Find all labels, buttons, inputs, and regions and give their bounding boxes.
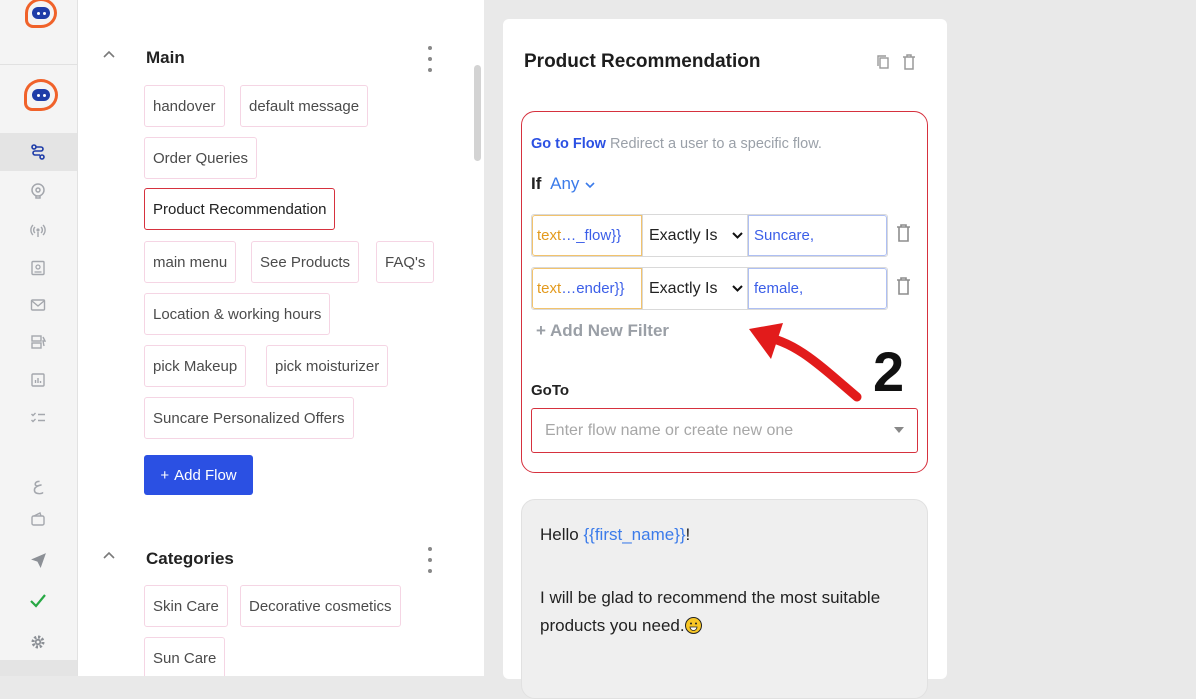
kebab-menu-icon[interactable] — [426, 547, 434, 573]
rail-divider — [0, 64, 77, 65]
chevron-up-icon[interactable] — [102, 46, 116, 62]
flows-icon[interactable] — [22, 138, 54, 166]
mail-icon[interactable] — [22, 291, 54, 319]
field-variable: …_flow}} — [561, 227, 622, 244]
filter-row: text …_flow}} Exactly Is Suncare, — [531, 214, 888, 257]
flow-chip[interactable]: handover — [144, 85, 225, 127]
message-text: I will be glad to recommend the most sui… — [540, 588, 881, 635]
message-block[interactable]: Hello {{first_name}}! I will be glad to … — [521, 499, 928, 699]
filter-row: text …ender}} Exactly Is female, — [531, 267, 888, 310]
flows-scrollbar[interactable] — [474, 65, 481, 161]
block-description: Redirect a user to a specific flow. — [609, 136, 822, 152]
flow-chip[interactable]: FAQ's — [376, 241, 435, 283]
flow-chip[interactable]: Sun Care — [144, 637, 226, 676]
goto-label: GoTo — [531, 382, 570, 399]
filter-operator-select[interactable]: Exactly Is — [642, 268, 748, 309]
group-title: Categories — [146, 549, 234, 568]
group-title: Main — [146, 48, 185, 67]
flow-chip[interactable]: See Products — [251, 241, 360, 283]
operator-label: Exactly Is — [649, 226, 718, 244]
flow-chip[interactable]: Skin Care — [144, 585, 228, 627]
delete-filter-icon[interactable] — [896, 224, 911, 247]
wallet-icon[interactable] — [22, 505, 54, 533]
filter-field[interactable]: text …ender}} — [532, 268, 642, 309]
message-body: I will be glad to recommend the most sui… — [540, 584, 912, 640]
flow-chip[interactable]: Decorative cosmetics — [240, 585, 401, 627]
if-label: If — [531, 174, 542, 193]
flow-chip[interactable]: Suncare Personalized Offers — [144, 397, 354, 439]
flow-chip[interactable]: main menu — [144, 241, 237, 283]
flow-chip-selected[interactable]: Product Recommendation — [144, 188, 336, 230]
logo-icon — [25, 0, 57, 28]
arabic-icon[interactable]: ع — [22, 470, 54, 498]
contacts-icon[interactable] — [22, 254, 54, 282]
rail-bottom-highlight — [0, 660, 77, 676]
add-flow-button[interactable]: + Add Flow — [144, 455, 253, 495]
card-title: Product Recommendation — [524, 51, 761, 72]
flow-chip[interactable]: pick moisturizer — [266, 345, 389, 387]
templates-icon[interactable] — [22, 328, 54, 356]
greeting-line: Hello {{first_name}}! — [540, 521, 690, 549]
filter-value-input[interactable]: female, — [748, 268, 887, 309]
add-filter-button[interactable]: + Add New Filter — [536, 321, 669, 341]
condition-line: If Any — [531, 174, 596, 194]
block-name: Go to Flow — [531, 136, 606, 152]
chevron-down-icon — [732, 283, 743, 295]
goto-flow-select[interactable]: Enter flow name or create new one — [531, 408, 918, 453]
checklist-icon[interactable] — [22, 404, 54, 432]
field-prefix: text — [537, 227, 562, 244]
flows-panel: Main handover default message Order Quer… — [78, 0, 484, 676]
operator-label: Exactly Is — [649, 279, 718, 297]
analytics-icon[interactable] — [22, 366, 54, 394]
caret-down-icon — [894, 425, 904, 436]
copy-icon[interactable] — [876, 54, 890, 75]
goto-placeholder: Enter flow name or create new one — [545, 421, 794, 439]
condition-dropdown[interactable]: Any — [550, 174, 579, 193]
chevron-down-icon[interactable] — [584, 174, 596, 193]
greeting-suffix: ! — [685, 525, 691, 544]
add-flow-label: Add Flow — [174, 466, 237, 484]
flow-chip[interactable]: Location & working hours — [144, 293, 331, 335]
annotation-step-number: 2 — [873, 340, 905, 403]
first-name-variable: {{first_name}} — [583, 525, 686, 544]
filter-field[interactable]: text …_flow}} — [532, 215, 642, 256]
broadcast-icon[interactable] — [22, 216, 54, 244]
send-icon[interactable] — [22, 546, 54, 574]
plus-icon: + — [160, 466, 170, 484]
flow-chip[interactable]: Order Queries — [144, 137, 258, 179]
check-icon[interactable] — [22, 587, 54, 615]
delete-icon[interactable] — [902, 54, 916, 75]
filter-value-input[interactable]: Suncare, — [748, 215, 887, 256]
go-to-flow-block: Go to Flow Redirect a user to a specific… — [521, 111, 928, 473]
field-variable: …ender}} — [561, 280, 625, 297]
plus-icon: + — [536, 321, 546, 340]
brain-icon[interactable] — [22, 177, 54, 205]
flow-chip[interactable]: pick Makeup — [144, 345, 247, 387]
go-to-flow-header: Go to Flow Redirect a user to a specific… — [531, 136, 822, 152]
smile-emoji-icon — [684, 617, 702, 634]
nav-rail: ع — [0, 0, 78, 676]
card-actions — [876, 54, 916, 75]
chevron-up-icon[interactable] — [102, 547, 116, 563]
chevron-down-icon — [732, 230, 743, 242]
filter-operator-select[interactable]: Exactly Is — [642, 215, 748, 256]
group-categories: Categories — [78, 545, 484, 575]
field-prefix: text — [537, 280, 562, 297]
group-main: Main — [78, 44, 484, 74]
flow-chip[interactable]: default message — [240, 85, 369, 127]
kebab-menu-icon[interactable] — [426, 46, 434, 72]
greeting-text: Hello — [540, 525, 584, 544]
settings-icon[interactable] — [22, 628, 54, 656]
annotation-arrow-icon — [749, 323, 862, 402]
app-logo-icon[interactable] — [24, 79, 58, 111]
add-filter-label: Add New Filter — [550, 321, 670, 340]
delete-filter-icon[interactable] — [896, 277, 911, 300]
